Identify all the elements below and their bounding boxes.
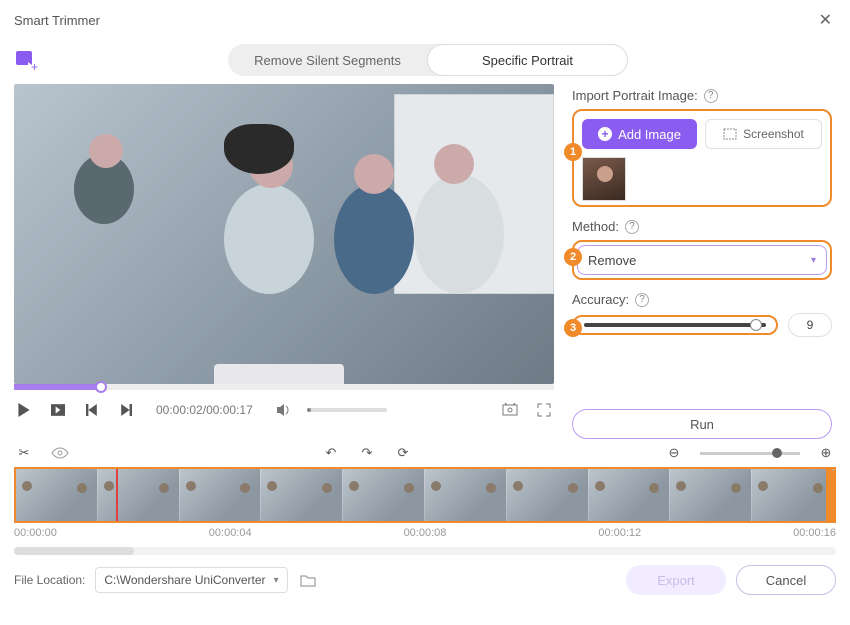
- zoom-out-icon[interactable]: ⊖: [664, 443, 684, 463]
- window-title: Smart Trimmer: [14, 13, 100, 28]
- play-icon[interactable]: [14, 400, 34, 420]
- zoom-slider[interactable]: [700, 452, 800, 455]
- close-icon[interactable]: ✕: [815, 10, 836, 30]
- refresh-icon[interactable]: ⟳: [393, 443, 413, 463]
- accuracy-value: 9: [788, 313, 832, 337]
- prev-frame-icon[interactable]: [82, 400, 102, 420]
- mode-tabs: Remove Silent Segments Specific Portrait: [228, 44, 628, 76]
- trim-handle-right[interactable]: [826, 469, 834, 523]
- snapshot-icon[interactable]: [500, 400, 520, 420]
- timeline-scrollbar[interactable]: [14, 547, 836, 555]
- zoom-in-icon[interactable]: ⊕: [816, 443, 836, 463]
- add-image-button[interactable]: + Add Image: [582, 119, 697, 149]
- play-next-icon[interactable]: [48, 400, 68, 420]
- method-dropdown[interactable]: Remove ▾: [577, 245, 827, 275]
- callout-badge-3: 3: [564, 319, 582, 337]
- run-button[interactable]: Run: [572, 409, 832, 439]
- cut-icon[interactable]: ✂: [14, 443, 34, 463]
- help-icon[interactable]: ?: [704, 89, 718, 103]
- file-location-label: File Location:: [14, 573, 85, 587]
- seek-bar[interactable]: [14, 384, 554, 390]
- next-frame-icon[interactable]: [116, 400, 136, 420]
- portrait-thumbnail[interactable]: [582, 157, 626, 201]
- cancel-button[interactable]: Cancel: [736, 565, 836, 595]
- plus-icon: +: [598, 127, 612, 141]
- export-button: Export: [626, 565, 726, 595]
- fullscreen-icon[interactable]: [534, 400, 554, 420]
- screenshot-button[interactable]: Screenshot: [705, 119, 822, 149]
- timeline[interactable]: [14, 467, 836, 523]
- redo-icon[interactable]: ↷: [357, 443, 377, 463]
- import-portrait-label: Import Portrait Image:: [572, 88, 698, 103]
- method-label: Method:: [572, 219, 619, 234]
- help-icon[interactable]: ?: [625, 220, 639, 234]
- file-location-dropdown[interactable]: C:\Wondershare UniConverter ▾: [95, 567, 287, 593]
- volume-icon[interactable]: [273, 400, 293, 420]
- undo-icon[interactable]: ↶: [321, 443, 341, 463]
- folder-icon[interactable]: [298, 570, 318, 590]
- help-icon[interactable]: ?: [635, 293, 649, 307]
- tab-remove-silent[interactable]: Remove Silent Segments: [228, 44, 427, 76]
- accuracy-label: Accuracy:: [572, 292, 629, 307]
- callout-badge-1: 1: [564, 143, 582, 161]
- callout-badge-2: 2: [564, 248, 582, 266]
- screenshot-icon: [723, 128, 737, 140]
- timeline-ruler: 00:00:0000:00:0400:00:0800:00:1200:00:16: [14, 523, 836, 543]
- eye-icon[interactable]: [50, 443, 70, 463]
- playhead[interactable]: [116, 467, 118, 523]
- chevron-down-icon: ▾: [274, 575, 279, 586]
- svg-text:+: +: [31, 60, 38, 72]
- video-preview[interactable]: [14, 84, 554, 384]
- chevron-down-icon: ▾: [811, 255, 816, 266]
- playback-time: 00:00:02/00:00:17: [156, 403, 253, 417]
- volume-slider[interactable]: [307, 408, 387, 412]
- accuracy-slider[interactable]: [584, 323, 766, 327]
- tab-specific-portrait[interactable]: Specific Portrait: [427, 44, 628, 76]
- app-logo-icon: +: [14, 48, 38, 72]
